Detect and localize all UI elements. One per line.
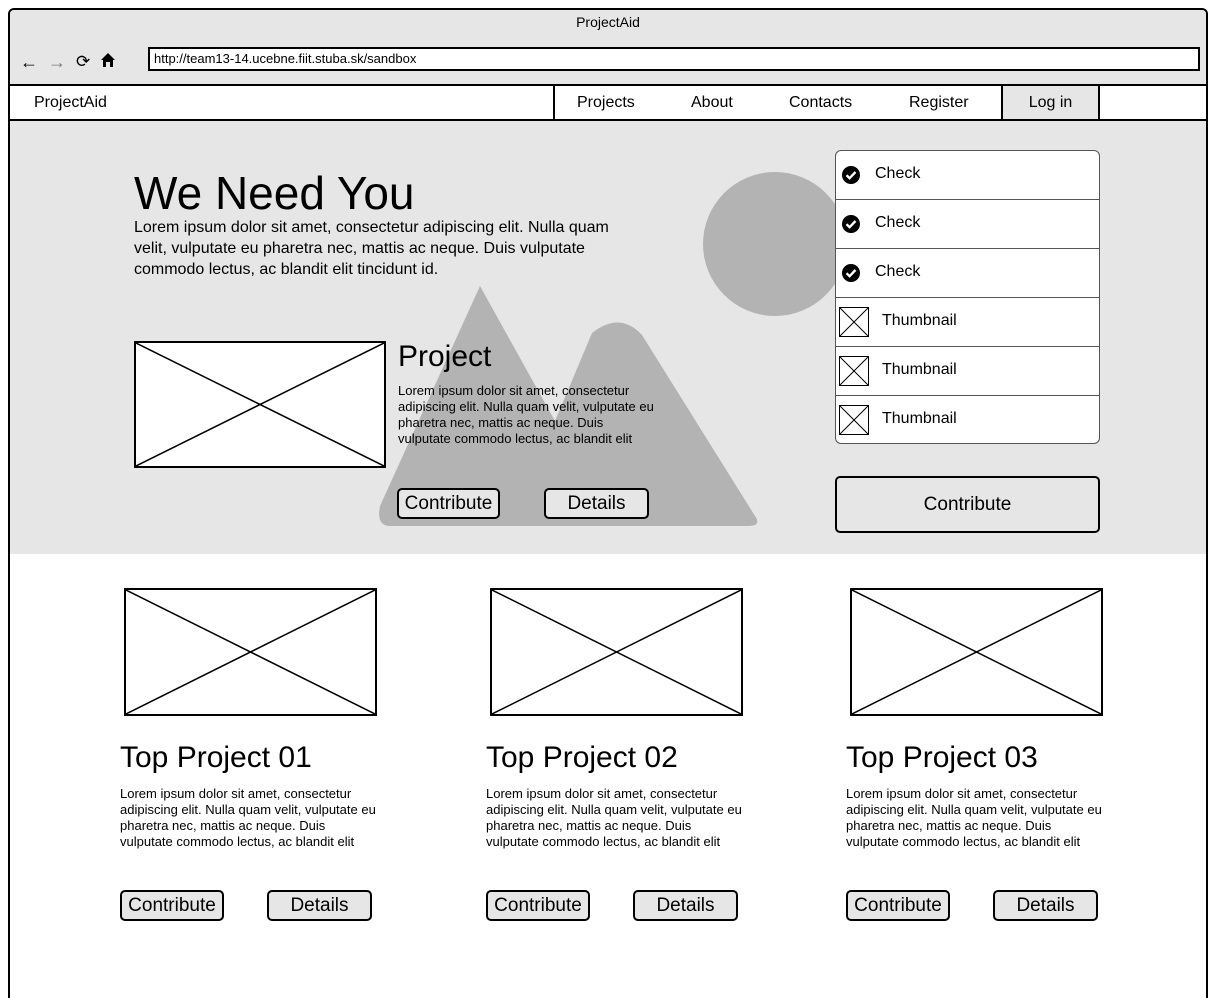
check-circle-icon [842, 264, 860, 282]
project-details-button[interactable]: Details [633, 890, 738, 921]
window-title: ProjectAid [576, 14, 640, 30]
browser-chrome: ProjectAid ← → ⟳ http://team13-14.ucebne… [10, 10, 1206, 84]
thumbnail-placeholder-icon [839, 356, 869, 386]
check-circle-icon [842, 166, 860, 184]
project-contribute-button[interactable]: Contribute [120, 890, 224, 921]
list-item-label: Check [875, 165, 921, 182]
list-item[interactable]: Check [836, 151, 1099, 200]
list-item[interactable]: Check [836, 200, 1099, 249]
project-contribute-button[interactable]: Contribute [846, 890, 950, 921]
featured-project-description: Lorem ipsum dolor sit amet, consectetur … [398, 383, 654, 446]
hero-title: We Need You [134, 167, 415, 219]
list-item-label: Check [875, 214, 921, 231]
project-details-button[interactable]: Details [267, 890, 372, 921]
project-image-placeholder [490, 588, 743, 716]
url-input[interactable]: http://team13-14.ucebne.fiit.stuba.sk/sa… [148, 47, 1200, 71]
list-item[interactable]: Thumbnail [836, 298, 1099, 347]
project-image-placeholder [124, 588, 377, 716]
login-button[interactable]: Log in [1001, 86, 1100, 119]
contribute-main-button[interactable]: Contribute [835, 476, 1100, 533]
project-contribute-button[interactable]: Contribute [486, 890, 590, 921]
top-navigation: ProjectAid Projects About Contacts Regis… [10, 84, 1206, 121]
list-item-label: Check [875, 263, 921, 280]
nav-projects[interactable]: Projects [577, 94, 635, 112]
forward-arrow-icon[interactable]: → [48, 52, 66, 72]
brand-link[interactable]: ProjectAid [34, 94, 107, 112]
project-description: Lorem ipsum dolor sit amet, consectetur … [486, 786, 742, 849]
nav-contacts[interactable]: Contacts [789, 94, 852, 112]
list-item-label: Thumbnail [882, 410, 957, 427]
reload-icon[interactable]: ⟳ [76, 52, 90, 72]
featured-contribute-button[interactable]: Contribute [397, 488, 500, 519]
project-details-button[interactable]: Details [993, 890, 1098, 921]
list-item[interactable]: Thumbnail [836, 396, 1099, 443]
nav-register[interactable]: Register [909, 94, 969, 112]
nav-divider [553, 86, 555, 119]
browser-window: ProjectAid ← → ⟳ http://team13-14.ucebne… [8, 8, 1208, 998]
featured-details-button[interactable]: Details [544, 488, 649, 519]
check-circle-icon [842, 215, 860, 233]
home-icon[interactable] [100, 52, 116, 72]
hero-section: We Need You Lorem ipsum dolor sit amet, … [10, 121, 1206, 554]
list-item[interactable]: Thumbnail [836, 347, 1099, 396]
nav-about[interactable]: About [691, 94, 733, 112]
hero-description: Lorem ipsum dolor sit amet, consectetur … [134, 219, 609, 278]
project-title: Top Project 03 [846, 741, 1038, 774]
list-item-label: Thumbnail [882, 312, 957, 329]
project-description: Lorem ipsum dolor sit amet, consectetur … [120, 786, 376, 849]
featured-image-placeholder [134, 341, 386, 468]
list-item[interactable]: Check [836, 249, 1099, 298]
project-description: Lorem ipsum dolor sit amet, consectetur … [846, 786, 1102, 849]
thumbnail-placeholder-icon [839, 405, 869, 435]
back-arrow-icon[interactable]: ← [20, 52, 38, 72]
list-item-label: Thumbnail [882, 361, 957, 378]
thumbnail-placeholder-icon [839, 307, 869, 337]
project-image-placeholder [850, 588, 1103, 716]
featured-project-title: Project [398, 340, 492, 373]
project-title: Top Project 02 [486, 741, 678, 774]
project-title: Top Project 01 [120, 741, 312, 774]
side-list: Check Check Check Thumbnail Thumbnail Th… [835, 150, 1100, 444]
browser-nav-buttons: ← → ⟳ [20, 52, 116, 72]
